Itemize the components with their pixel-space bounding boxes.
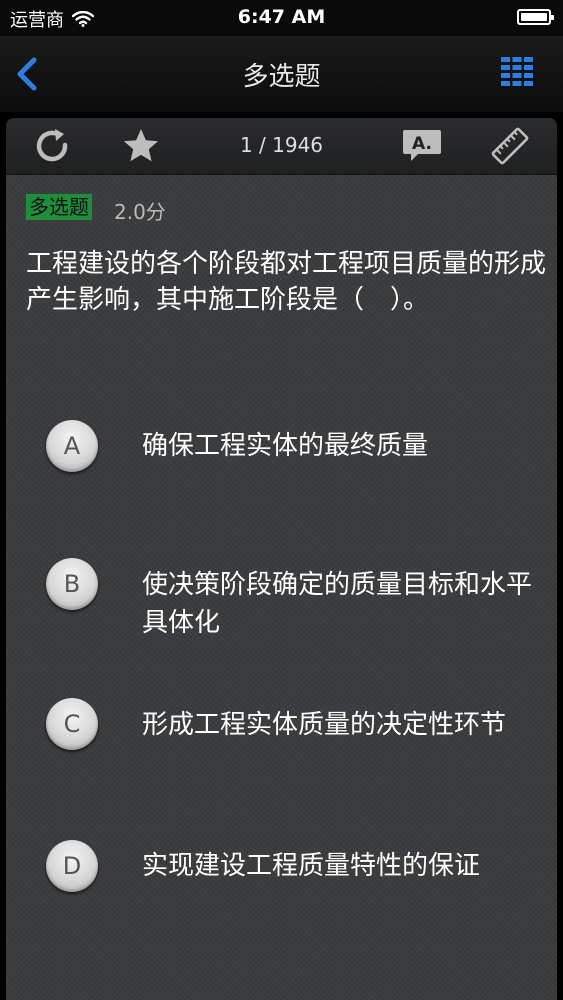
svg-text:A.: A.: [412, 134, 432, 154]
question-list-button[interactable]: [501, 56, 533, 88]
grid-icon: [501, 57, 533, 86]
question-type-badge: 多选题: [26, 194, 92, 220]
question-toolbar: 1 / 1946 A.: [6, 118, 557, 175]
ruler-icon: [491, 127, 529, 165]
answer-button[interactable]: A.: [402, 126, 442, 166]
question-text: 工程建设的各个阶段都对工程项目质量的形成产生影响，其中施工阶段是（ ）。: [26, 249, 547, 315]
measure-button[interactable]: [490, 126, 530, 166]
option-text-d: 实现建设工程质量特性的保证: [142, 851, 481, 881]
status-bar: 运营商 6:47 AM: [0, 0, 563, 36]
option-text-b: 使决策阶段确定的质量目标和水平具体化: [142, 570, 533, 638]
option-text-c: 形成工程实体质量的决定性环节: [142, 710, 507, 740]
question-card: 1 / 1946 A. 多选题 2.0分 工程建设的各个阶段都对工程项目质量的形…: [6, 118, 557, 1000]
question-score: 2.0分: [114, 200, 166, 224]
option-letter-c[interactable]: C: [46, 698, 98, 750]
page-title: 多选题: [242, 62, 321, 92]
battery-icon: [517, 9, 554, 25]
option-letter-b[interactable]: B: [46, 558, 98, 610]
question-progress: 1 / 1946: [239, 133, 324, 157]
option-letter-a[interactable]: A: [46, 420, 98, 472]
font-bubble-icon: A.: [403, 130, 441, 161]
option-text-a: 确保工程实体的最终质量: [142, 431, 429, 461]
navigation-bar: 多选题: [0, 36, 563, 112]
option-letter-d[interactable]: D: [46, 840, 98, 892]
status-time: 6:47 AM: [237, 6, 326, 28]
